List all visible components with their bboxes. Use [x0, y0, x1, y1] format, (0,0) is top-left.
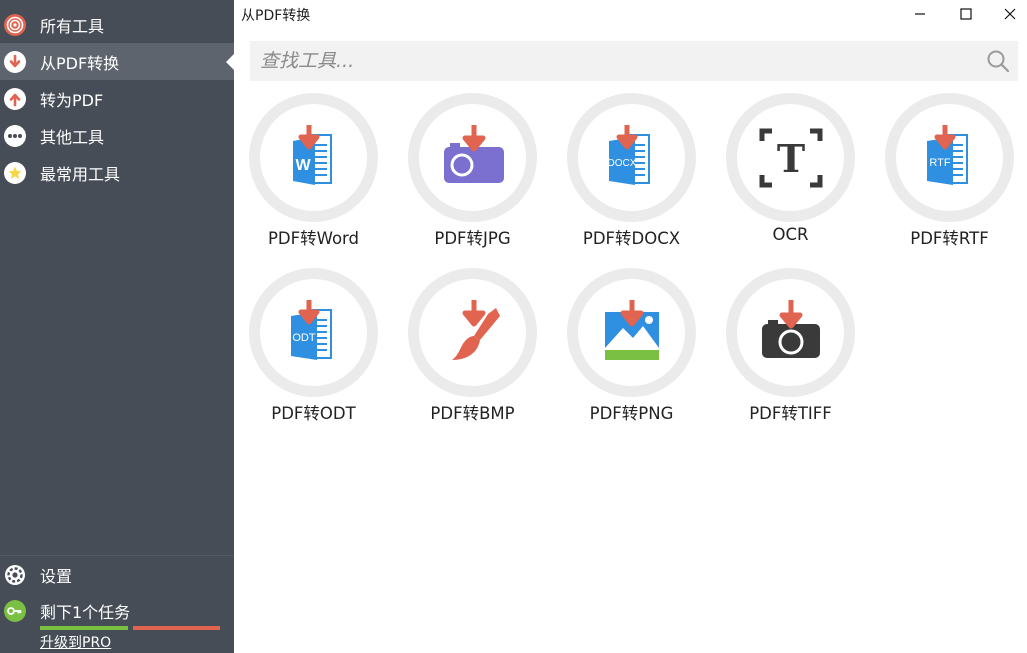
tool-pdf-to-word[interactable]: W PDF转Word	[236, 93, 386, 263]
tool-label: PDF转TIFF	[749, 404, 832, 423]
tasks-remaining: 剩下1个任务	[0, 593, 234, 629]
tool-icon-circle: T	[726, 93, 855, 222]
target-icon	[4, 13, 26, 36]
tool-icon-circle	[408, 268, 537, 397]
close-button[interactable]	[987, 0, 1027, 28]
sidebar-item-most-used[interactable]: 最常用工具	[0, 154, 234, 191]
word-doc-icon: W	[292, 124, 332, 185]
tool-label: PDF转ODT	[271, 404, 356, 423]
search-icon[interactable]	[986, 49, 1010, 73]
tool-pdf-to-tiff[interactable]: PDF转TIFF	[713, 268, 863, 438]
search-input[interactable]	[250, 41, 970, 81]
tool-icon-circle	[726, 268, 855, 397]
window-title: 从PDF转换	[241, 8, 311, 24]
more-icon	[4, 124, 26, 147]
minimize-button[interactable]	[897, 0, 943, 28]
sidebar-item-label: 最常用工具	[40, 164, 121, 184]
sidebar-item-label: 转为PDF	[40, 90, 104, 110]
maximize-button[interactable]	[943, 0, 989, 28]
gear-icon	[4, 564, 26, 586]
doc-letter: DOCX	[607, 158, 636, 169]
ocr-icon: T	[759, 128, 822, 187]
minimize-icon	[915, 13, 925, 15]
tool-label: PDF转RTF	[910, 229, 989, 248]
tasks-remaining-bar	[133, 626, 220, 630]
tool-label: PDF转BMP	[430, 404, 515, 423]
app-window: 所有工具 从PDF转换 转为PDF 其他工具 最常用工具 设置 剩下1个任务 升…	[0, 0, 1027, 653]
rtf-doc-icon: RTF	[926, 124, 968, 185]
tool-icon-circle	[408, 93, 537, 222]
tool-icon-circle: ODT	[249, 268, 378, 397]
doc-letter: RTF	[929, 157, 950, 169]
settings-button[interactable]: 设置	[0, 556, 234, 593]
title-bar: 从PDF转换	[234, 0, 1027, 32]
tasks-used-bar	[40, 626, 128, 630]
doc-letter: ODT	[292, 332, 316, 344]
tool-label: PDF转PNG	[589, 404, 674, 423]
sidebar-item-label: 所有工具	[40, 16, 105, 36]
sidebar-item-from-pdf[interactable]: 从PDF转换	[0, 43, 234, 80]
tool-icon-circle: DOCX	[567, 93, 696, 222]
tool-pdf-to-docx[interactable]: DOCX PDF转DOCX	[554, 93, 704, 263]
sidebar-item-label: 从PDF转换	[40, 53, 120, 73]
sidebar-item-to-pdf[interactable]: 转为PDF	[0, 80, 234, 117]
tool-pdf-to-png[interactable]: PDF转PNG	[554, 268, 704, 438]
brush-icon	[451, 299, 500, 360]
tool-label: PDF转DOCX	[582, 229, 681, 248]
search-bar	[250, 41, 1018, 81]
camera-dark-icon	[761, 299, 820, 358]
tool-label: OCR	[772, 225, 809, 244]
upgrade-link[interactable]: 升级到PRO	[40, 632, 111, 652]
sidebar: 所有工具 从PDF转换 转为PDF 其他工具 最常用工具 设置 剩下1个任务 升…	[0, 0, 234, 653]
sidebar-item-label: 其他工具	[40, 127, 105, 147]
tool-pdf-to-rtf[interactable]: RTF PDF转RTF	[872, 93, 1022, 263]
key-icon	[4, 600, 26, 622]
tool-label: PDF转JPG	[434, 229, 511, 248]
tool-pdf-to-odt[interactable]: ODT PDF转ODT	[236, 268, 386, 438]
tool-pdf-to-jpg[interactable]: PDF转JPG	[395, 93, 545, 263]
maximize-icon	[960, 8, 972, 20]
tool-ocr[interactable]: T OCR	[713, 93, 863, 263]
tool-label: PDF转Word	[267, 229, 360, 248]
star-icon	[4, 161, 26, 184]
arrow-down-icon	[4, 50, 26, 73]
tool-icon-circle: RTF	[885, 93, 1014, 222]
arrow-up-icon	[4, 87, 26, 110]
doc-letter: W	[295, 157, 311, 174]
tool-icon-circle: W	[249, 93, 378, 222]
tool-icon-circle	[567, 268, 696, 397]
tasks-label: 剩下1个任务	[40, 603, 131, 622]
doc-letter: T	[776, 136, 804, 181]
close-icon	[1004, 8, 1016, 20]
camera-icon	[443, 124, 504, 183]
odt-doc-icon: ODT	[290, 299, 332, 360]
settings-label: 设置	[40, 566, 73, 586]
tool-pdf-to-bmp[interactable]: PDF转BMP	[395, 268, 545, 438]
image-icon	[604, 299, 659, 360]
sidebar-item-other-tools[interactable]: 其他工具	[0, 117, 234, 154]
sidebar-item-all-tools[interactable]: 所有工具	[0, 6, 234, 43]
docx-doc-icon: DOCX	[607, 124, 650, 185]
